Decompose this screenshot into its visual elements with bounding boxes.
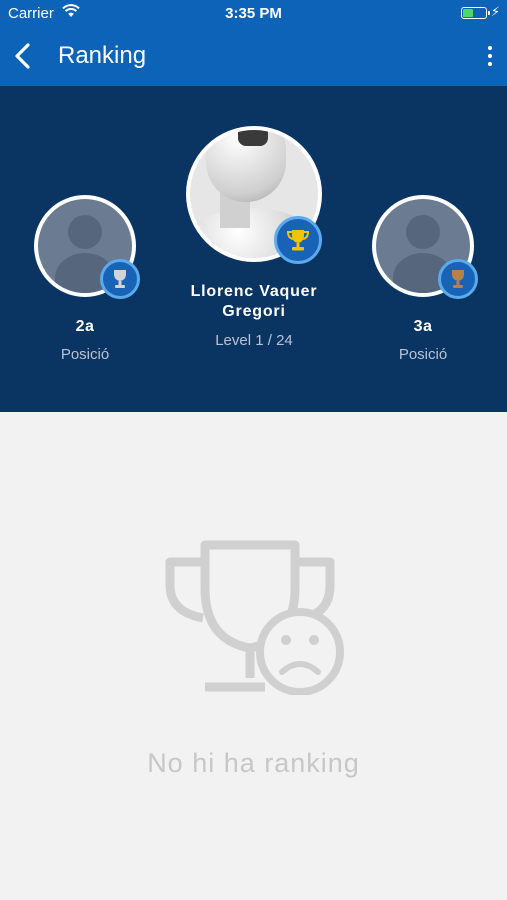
second-place-rank: 2a xyxy=(75,318,95,335)
ranking-podium: 2a Posició Llorenc Vaquer Gregori Level … xyxy=(0,86,507,412)
first-place-info: Llorenc Vaquer Gregori Level 1 / 24 xyxy=(153,282,355,349)
silver-trophy-icon xyxy=(100,259,140,299)
first-place-avatar[interactable] xyxy=(186,126,322,264)
winner-name-line2: Gregori xyxy=(222,303,286,320)
chevron-left-icon xyxy=(15,43,30,69)
gold-trophy-icon xyxy=(274,216,322,264)
second-place-label: Posició xyxy=(60,346,110,363)
battery-icon xyxy=(461,7,490,19)
clock: 3:35 PM xyxy=(225,5,282,22)
winner-level: Level 1 / 24 xyxy=(215,332,293,349)
sad-trophy-icon xyxy=(165,540,344,695)
winner-name-line1: Llorenc Vaquer xyxy=(190,283,318,300)
more-vertical-icon xyxy=(483,46,497,66)
more-options-button[interactable] xyxy=(483,42,497,72)
empty-state-message: No hi ha ranking xyxy=(147,748,360,778)
third-place-info: 3a Posició xyxy=(372,318,474,363)
status-bar: Carrier 3:35 PM ⚡ xyxy=(0,0,507,28)
third-place-label: Posició xyxy=(398,346,448,363)
nav-bar: Ranking xyxy=(0,28,507,86)
back-button[interactable] xyxy=(8,39,42,73)
third-place-avatar[interactable] xyxy=(372,195,478,299)
second-place-info: 2a Posició xyxy=(34,318,136,363)
second-place-avatar[interactable] xyxy=(34,195,140,299)
page-title: Ranking xyxy=(58,42,147,69)
third-place-rank: 3a xyxy=(413,318,433,335)
bronze-trophy-icon xyxy=(438,259,478,299)
charging-icon: ⚡ xyxy=(490,4,500,19)
winner-name: Llorenc Vaquer Gregori xyxy=(153,282,355,322)
